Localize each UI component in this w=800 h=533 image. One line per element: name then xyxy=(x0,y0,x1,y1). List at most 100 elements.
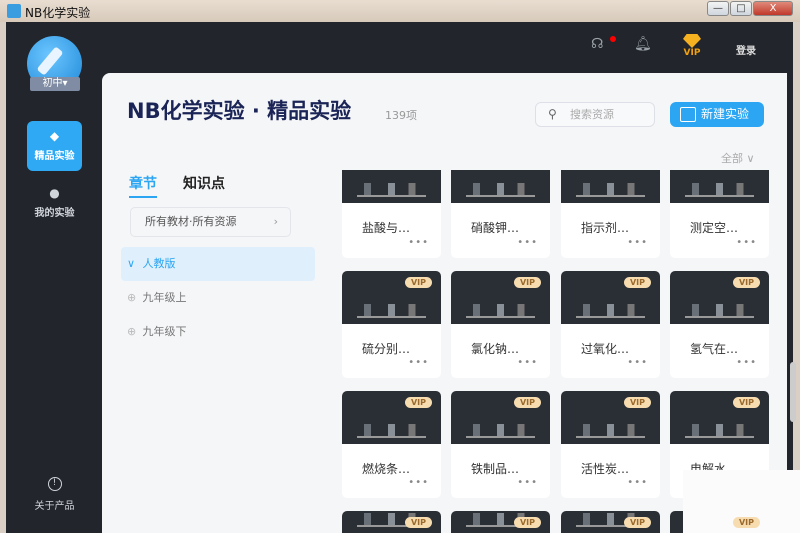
vip-badge: VIP xyxy=(513,517,541,528)
filter-all-label: 全部 xyxy=(721,152,743,165)
experiment-card[interactable]: VIP 燃烧条… ••• xyxy=(342,391,441,498)
close-button[interactable]: X xyxy=(753,1,793,16)
dropper-icon xyxy=(36,46,64,76)
tab-chapters[interactable]: 章节 xyxy=(129,173,157,198)
chapter-tree: ∨ 人教版 ⊕ 九年级上 ⊕ 九年级下 xyxy=(121,247,315,349)
experiment-card[interactable]: VIP 硫分别… ••• xyxy=(342,271,441,378)
plus-icon: ⊕ xyxy=(127,291,137,304)
experiment-name: 指示剂… xyxy=(581,221,630,235)
experiment-thumbnail: VIP xyxy=(670,391,769,444)
new-experiment-label: 新建实验 xyxy=(701,107,750,121)
tree-label: 人教版 xyxy=(142,257,176,270)
filter-label: 所有教材·所有资源 xyxy=(145,215,237,228)
new-experiment-button[interactable]: 新建实验 xyxy=(670,102,764,127)
search-input[interactable]: ⚲ 搜索资源 xyxy=(535,102,655,127)
maximize-button[interactable]: □ xyxy=(730,1,752,16)
tree-node[interactable]: ∨ 人教版 xyxy=(121,247,315,281)
experiment-name: 氢气在… xyxy=(690,342,739,356)
experiment-thumbnail xyxy=(670,170,769,203)
experiment-thumbnail: VIP xyxy=(561,391,660,444)
experiment-card[interactable]: VIP 活性炭… ••• xyxy=(561,391,660,498)
experiment-card[interactable]: VIP xyxy=(451,511,550,533)
about-label: 关于产品 xyxy=(34,501,75,512)
main-panel: NB化学实验 · 精品实验 139项 ⚲ 搜索资源 新建实验 全部 ∨ 章节 知识点… xyxy=(102,73,787,533)
experiment-thumbnail: VIP xyxy=(670,271,769,324)
tree-node[interactable]: ⊕ 九年级下 xyxy=(121,315,315,349)
sidebar-item-about[interactable]: ! 关于产品 xyxy=(27,477,82,512)
diamond-icon xyxy=(683,34,701,48)
chevron-right-icon: › xyxy=(273,215,278,228)
experiment-card[interactable]: VIP 过氧化… ••• xyxy=(561,271,660,378)
experiment-card[interactable]: 硝酸钾… ••• xyxy=(451,170,550,258)
chevron-down-icon: ∨ xyxy=(746,152,755,165)
experiment-thumbnail xyxy=(342,170,441,203)
experiment-thumbnail: VIP xyxy=(451,271,550,324)
grade-selector[interactable]: 初中▾ xyxy=(30,77,80,91)
experiment-card[interactable]: VIP xyxy=(561,511,660,533)
sidebar-item-my-experiments[interactable]: ● 我的实验 xyxy=(27,178,82,228)
login-button[interactable]: 登录 xyxy=(736,42,756,57)
filter-all-dropdown[interactable]: 全部 ∨ xyxy=(721,150,755,166)
plus-icon: ⊕ xyxy=(127,325,137,338)
sidebar-item-premium[interactable]: ◆ 精品实验 xyxy=(27,121,82,171)
experiment-thumbnail: VIP xyxy=(451,391,550,444)
experiment-card[interactable]: VIP 氢气在… ••• xyxy=(670,271,769,378)
more-options-icon[interactable]: ••• xyxy=(517,357,538,368)
sidebar-item-label: 我的实验 xyxy=(34,208,75,219)
minimize-button[interactable]: — xyxy=(707,1,729,16)
more-options-icon[interactable]: ••• xyxy=(627,237,648,248)
headset-icon[interactable]: ☊ xyxy=(591,36,603,52)
more-options-icon[interactable]: ••• xyxy=(408,237,429,248)
scrollbar[interactable] xyxy=(790,362,796,422)
experiment-card[interactable]: VIP 氯化钠… ••• xyxy=(451,271,550,378)
more-options-icon[interactable]: ••• xyxy=(736,237,757,248)
more-options-icon[interactable]: ••• xyxy=(627,477,648,488)
experiment-name: 盐酸与… xyxy=(362,221,411,235)
left-tabs: 章节 知识点 xyxy=(129,173,251,198)
more-options-icon[interactable]: ••• xyxy=(627,357,648,368)
experiment-name: 氯化钠… xyxy=(471,342,520,356)
more-options-icon[interactable]: ••• xyxy=(736,357,757,368)
experiment-card[interactable]: VIP xyxy=(342,511,441,533)
more-options-icon[interactable]: ••• xyxy=(517,477,538,488)
info-icon: ! xyxy=(47,477,62,491)
user-icon: ● xyxy=(49,186,60,200)
experiment-thumbnail xyxy=(561,170,660,203)
app-window: 初中▾ ◆ 精品实验 ● 我的实验 ! 关于产品 ☊ 🔔︎ VIP 登录 NB化学实验… xyxy=(6,22,796,533)
more-options-icon[interactable]: ••• xyxy=(408,357,429,368)
experiment-name: 活性炭… xyxy=(581,462,630,476)
experiment-name: 铁制品… xyxy=(471,462,520,476)
app-logo-icon xyxy=(7,4,21,18)
bell-icon[interactable]: 🔔︎ xyxy=(634,36,652,52)
experiment-card[interactable]: 指示剂… ••• xyxy=(561,170,660,258)
experiment-card[interactable]: 测定空… ••• xyxy=(670,170,769,258)
search-icon: ⚲ xyxy=(548,107,557,121)
experiment-thumbnail: VIP xyxy=(451,511,550,533)
more-options-icon[interactable]: ••• xyxy=(517,237,538,248)
vip-badge: VIP xyxy=(623,277,651,288)
experiment-thumbnail: VIP xyxy=(561,511,660,533)
tree-label: 九年级上 xyxy=(142,291,187,304)
vip-badge: VIP xyxy=(404,397,432,408)
tab-knowledge[interactable]: 知识点 xyxy=(183,173,225,196)
experiment-card[interactable]: 盐酸与… ••• xyxy=(342,170,441,258)
vip-button[interactable]: VIP xyxy=(683,34,701,58)
more-options-icon[interactable]: ••• xyxy=(408,477,429,488)
page-title: NB化学实验 · 精品实验 xyxy=(127,99,352,123)
experiment-name: 过氧化… xyxy=(581,342,630,356)
vip-badge: VIP xyxy=(513,277,541,288)
vip-badge: VIP xyxy=(732,397,760,408)
experiment-thumbnail: VIP xyxy=(561,271,660,324)
tree-node[interactable]: ⊕ 九年级上 xyxy=(121,281,315,315)
textbook-filter-button[interactable]: 所有教材·所有资源 › xyxy=(130,207,291,237)
vip-badge: VIP xyxy=(513,397,541,408)
experiment-thumbnail: VIP xyxy=(342,271,441,324)
sidebar-item-label: 精品实验 xyxy=(34,151,75,162)
experiment-card[interactable]: VIP 铁制品… ••• xyxy=(451,391,550,498)
diamond-icon: ◆ xyxy=(49,129,60,143)
experiment-thumbnail: VIP xyxy=(342,511,441,533)
vip-badge: VIP xyxy=(404,517,432,528)
vip-label: VIP xyxy=(683,48,701,58)
add-window-icon xyxy=(680,107,696,122)
expand-icon: ∨ xyxy=(127,257,136,270)
